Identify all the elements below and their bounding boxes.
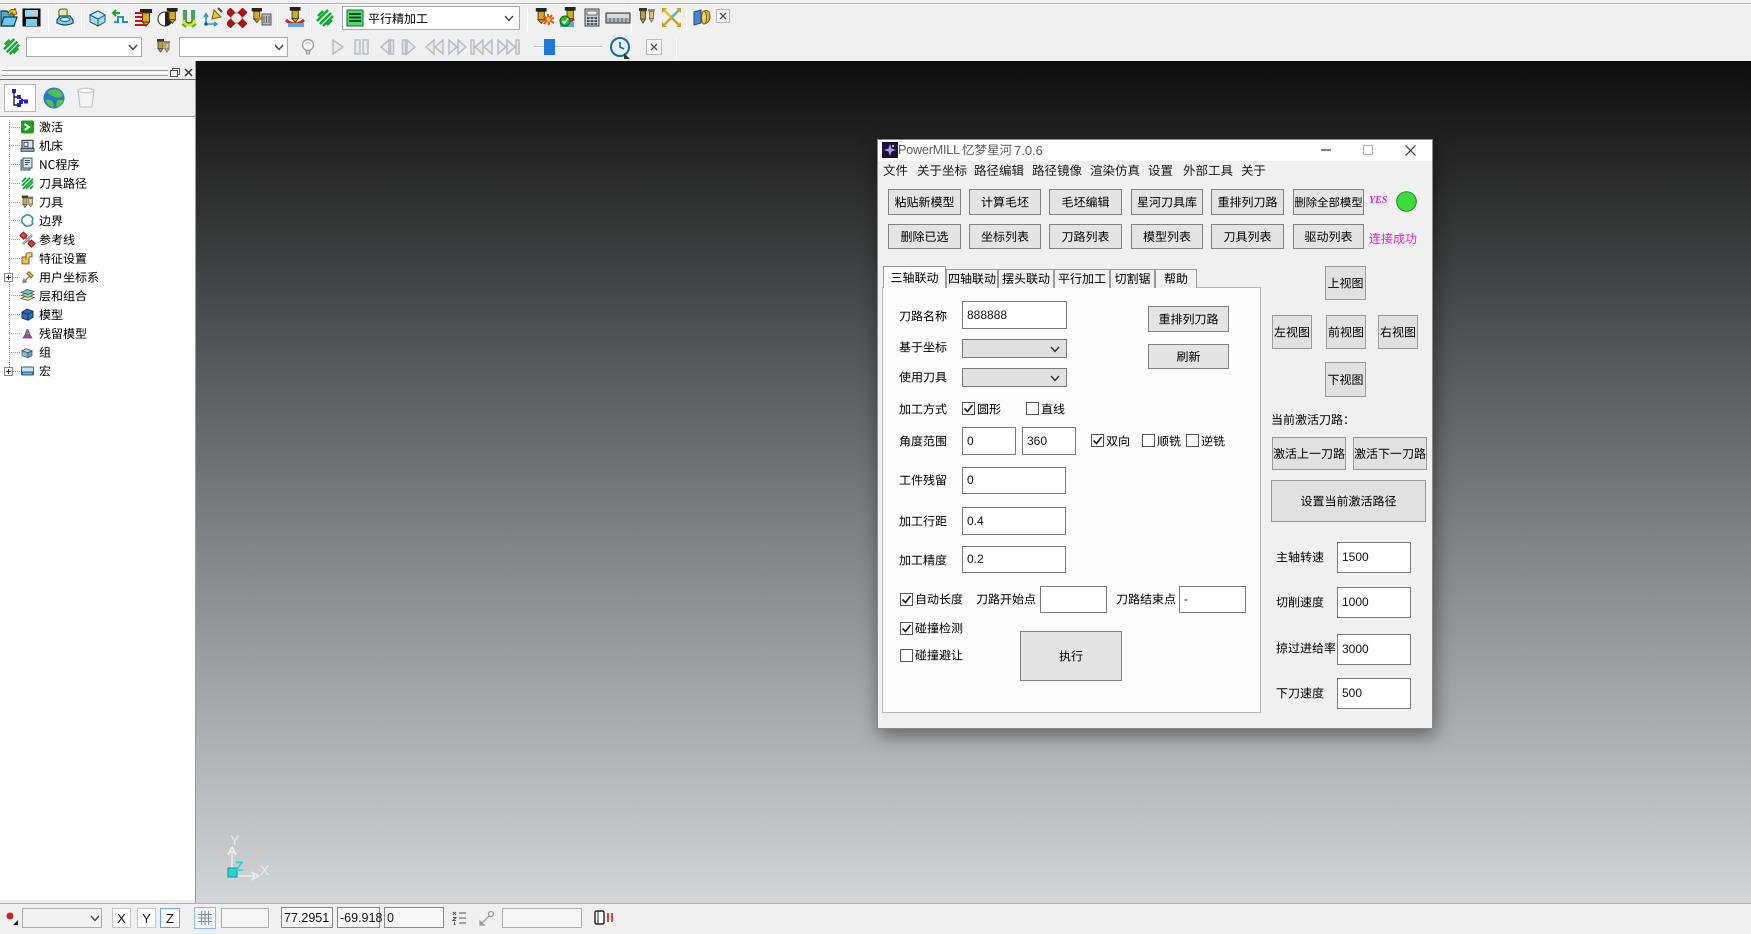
svg-text:X: X bbox=[260, 862, 270, 878]
svg-text:Z: Z bbox=[235, 858, 244, 874]
svg-text:Y: Y bbox=[230, 832, 240, 848]
